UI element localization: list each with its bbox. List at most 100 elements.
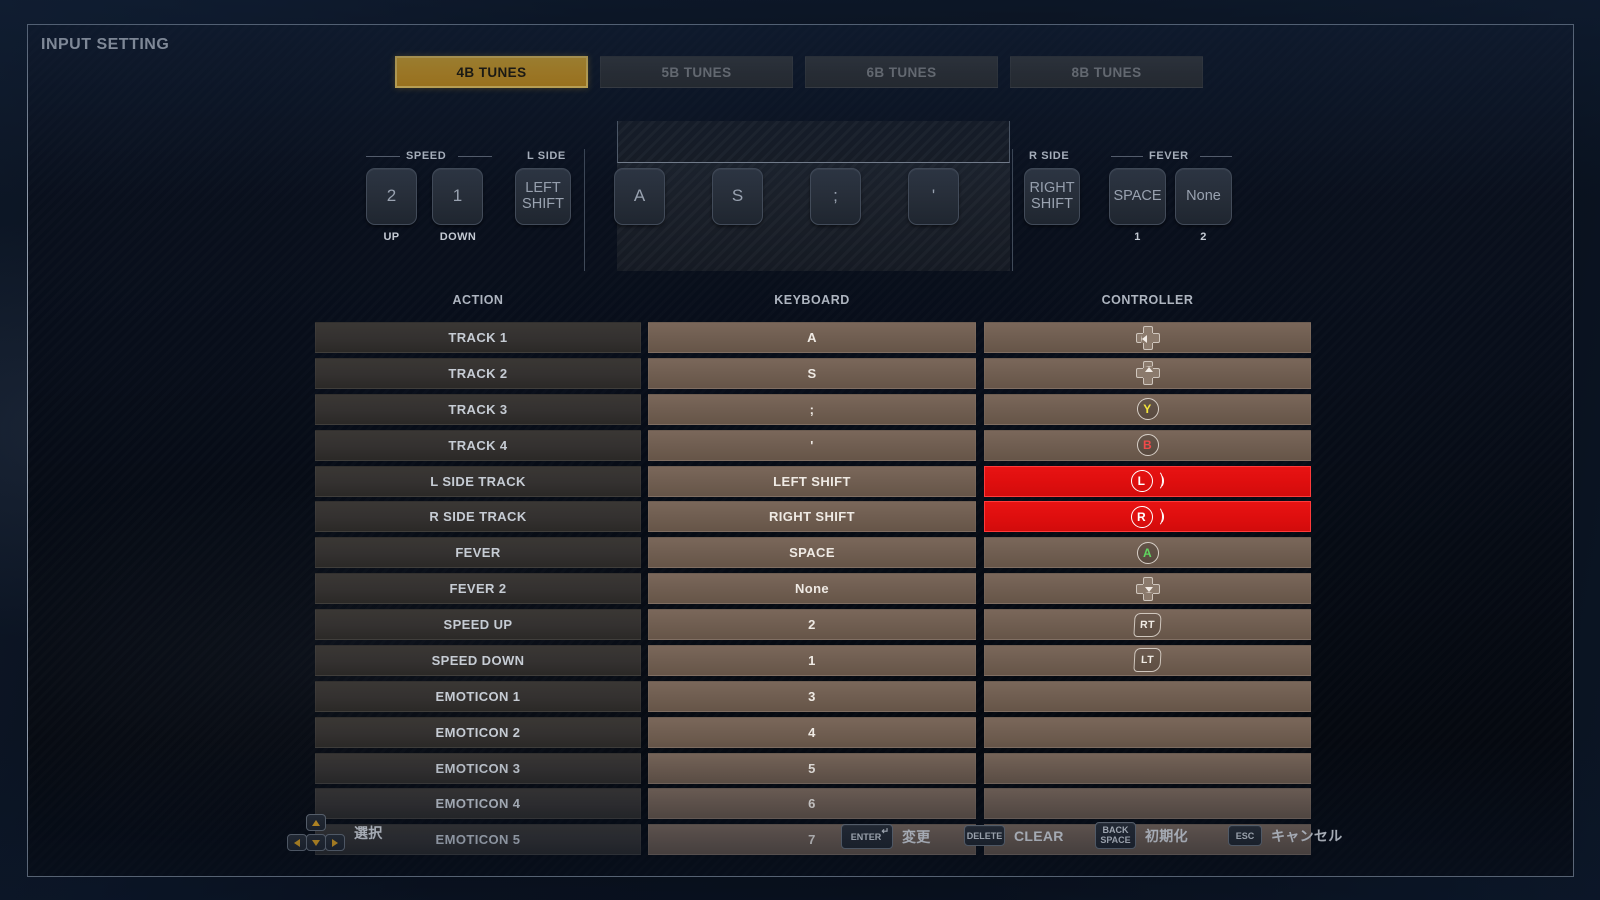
l-side-group-label: L SIDE: [527, 150, 566, 162]
cell-action[interactable]: EMOTICON 1: [315, 680, 641, 712]
cell-action[interactable]: SPEED DOWN: [315, 644, 641, 676]
cell-keyboard-binding[interactable]: ': [648, 429, 976, 461]
arrow-down-key-icon: [306, 834, 326, 851]
cell-keyboard-binding[interactable]: 2: [648, 609, 976, 640]
button-y-icon: Y: [1136, 398, 1159, 421]
key-fever-2-sublabel: 2: [1200, 231, 1207, 243]
cell-keyboard-binding[interactable]: 1: [648, 644, 976, 676]
cell-keyboard-binding[interactable]: SPACE: [648, 537, 976, 569]
column-header-action: ACTION: [452, 293, 504, 307]
bumper-r-icon: R: [1130, 505, 1165, 529]
arrow-keys-icon: [287, 814, 345, 852]
key-speed-down[interactable]: 1: [432, 168, 483, 225]
cell-action[interactable]: TRACK 3: [315, 393, 641, 425]
column-header-keyboard: KEYBOARD: [774, 293, 850, 307]
dpad-down-icon: [1135, 576, 1160, 601]
arrow-right-key-icon: [325, 834, 345, 851]
cell-action[interactable]: TRACK 4: [315, 429, 641, 461]
cell-keyboard-binding[interactable]: ;: [648, 393, 976, 425]
screen-root: INPUT SETTING 4B TUNES 5B TUNES 6B TUNES…: [0, 0, 1600, 900]
key-fever-2[interactable]: None: [1175, 168, 1232, 225]
backspace-key-icon: BACK SPACE: [1095, 822, 1136, 849]
table-row: FEVER 2 None: [315, 573, 1311, 608]
cell-keyboard-binding[interactable]: 3: [648, 680, 976, 712]
dpad-up-icon: [1135, 361, 1160, 386]
table-row: EMOTICON 35: [315, 752, 1311, 788]
cell-controller-binding[interactable]: [984, 752, 1311, 784]
r-side-group-label: R SIDE: [1029, 150, 1070, 162]
cell-keyboard-binding[interactable]: None: [648, 573, 976, 605]
cell-keyboard-binding[interactable]: A: [648, 322, 976, 353]
hint-clear: DELETE CLEAR: [964, 825, 1064, 846]
table-row: EMOTICON 24: [315, 716, 1311, 752]
cell-controller-binding[interactable]: RT: [984, 609, 1311, 640]
key-fever-1[interactable]: SPACE: [1109, 168, 1166, 225]
key-layout-diagram: SPEED 2 UP 1 DOWN L SIDE LEFT SHIFT A S …: [28, 121, 1573, 271]
cell-controller-binding[interactable]: [984, 322, 1311, 353]
cell-controller-binding[interactable]: B: [984, 429, 1311, 461]
key-track-4[interactable]: ': [908, 168, 959, 225]
tab-4b-tunes[interactable]: 4B TUNES: [395, 56, 588, 88]
trigger-rt-icon: RT: [1133, 612, 1162, 637]
cell-controller-binding[interactable]: [984, 573, 1311, 605]
fever-rule-left: [1111, 156, 1143, 157]
hint-clear-label: CLEAR: [1014, 827, 1064, 844]
table-row: TRACK 3; Y: [315, 393, 1311, 429]
cell-controller-binding[interactable]: Y: [984, 393, 1311, 425]
tab-5b-tunes[interactable]: 5B TUNES: [600, 56, 793, 88]
cell-keyboard-binding[interactable]: LEFT SHIFT: [648, 465, 976, 497]
cell-action[interactable]: TRACK 2: [315, 357, 641, 389]
cell-controller-binding[interactable]: [984, 716, 1311, 748]
cell-action[interactable]: L SIDE TRACK: [315, 465, 641, 497]
table-row: EMOTICON 13: [315, 680, 1311, 716]
hint-cancel: ESC キャンセル: [1228, 825, 1343, 846]
fever-rule-right: [1200, 156, 1232, 157]
table-row: TRACK 1A: [315, 322, 1311, 357]
table-row: R SIDE TRACK RIGHT SHIFT R: [315, 501, 1311, 536]
cell-controller-binding[interactable]: [984, 357, 1311, 389]
column-header-controller: CONTROLLER: [1101, 293, 1194, 307]
cell-action[interactable]: FEVER 2: [315, 573, 641, 605]
trigger-lt-icon: LT: [1133, 648, 1162, 673]
cell-controller-binding[interactable]: R: [984, 501, 1311, 533]
cell-keyboard-binding[interactable]: 5: [648, 752, 976, 784]
cell-controller-binding[interactable]: A: [984, 537, 1311, 569]
cell-action[interactable]: SPEED UP: [315, 609, 641, 640]
mode-tab-bar: 4B TUNES 5B TUNES 6B TUNES 8B TUNES: [395, 56, 1203, 88]
key-l-side[interactable]: LEFT SHIFT: [515, 168, 571, 225]
cell-keyboard-binding[interactable]: RIGHT SHIFT: [648, 501, 976, 533]
key-r-side-line2: SHIFT: [1031, 195, 1073, 212]
table-row: FEVER SPACE A: [315, 537, 1311, 572]
cell-controller-binding[interactable]: L: [984, 465, 1311, 497]
table-row: L SIDE TRACK LEFT SHIFT L: [315, 465, 1311, 501]
speed-group-label: SPEED: [406, 150, 447, 162]
hint-change-label: 変更: [902, 828, 931, 845]
key-track-2[interactable]: S: [712, 168, 763, 225]
key-r-side[interactable]: RIGHT SHIFT: [1024, 168, 1080, 225]
cell-controller-binding[interactable]: [984, 680, 1311, 712]
bumper-l-icon: L: [1130, 469, 1165, 493]
enter-key-icon: ↵ ENTER: [841, 824, 893, 849]
hint-cancel-label: キャンセル: [1271, 827, 1343, 844]
tab-6b-tunes[interactable]: 6B TUNES: [805, 56, 998, 88]
cell-keyboard-binding[interactable]: S: [648, 357, 976, 389]
dpad-left-icon: [1135, 325, 1160, 350]
cell-action[interactable]: FEVER: [315, 537, 641, 569]
cell-action[interactable]: EMOTICON 2: [315, 716, 641, 748]
arrow-left-key-icon: [287, 834, 307, 851]
esc-key-icon: ESC: [1228, 825, 1262, 846]
cell-action[interactable]: R SIDE TRACK: [315, 501, 641, 533]
cell-action[interactable]: EMOTICON 3: [315, 752, 641, 784]
table-row: SPEED DOWN 1 LT: [315, 644, 1311, 680]
key-track-3[interactable]: ;: [810, 168, 861, 225]
delete-key-icon: DELETE: [964, 825, 1005, 846]
key-l-side-line2: SHIFT: [522, 195, 564, 212]
hint-change: ↵ ENTER 変更: [841, 824, 931, 849]
tab-8b-tunes[interactable]: 8B TUNES: [1010, 56, 1203, 88]
cell-keyboard-binding[interactable]: 4: [648, 716, 976, 748]
key-speed-up[interactable]: 2: [366, 168, 417, 225]
key-track-1[interactable]: A: [614, 168, 665, 225]
hint-select-label: 選択: [354, 825, 383, 841]
cell-action[interactable]: TRACK 1: [315, 322, 641, 353]
cell-controller-binding[interactable]: LT: [984, 644, 1311, 676]
